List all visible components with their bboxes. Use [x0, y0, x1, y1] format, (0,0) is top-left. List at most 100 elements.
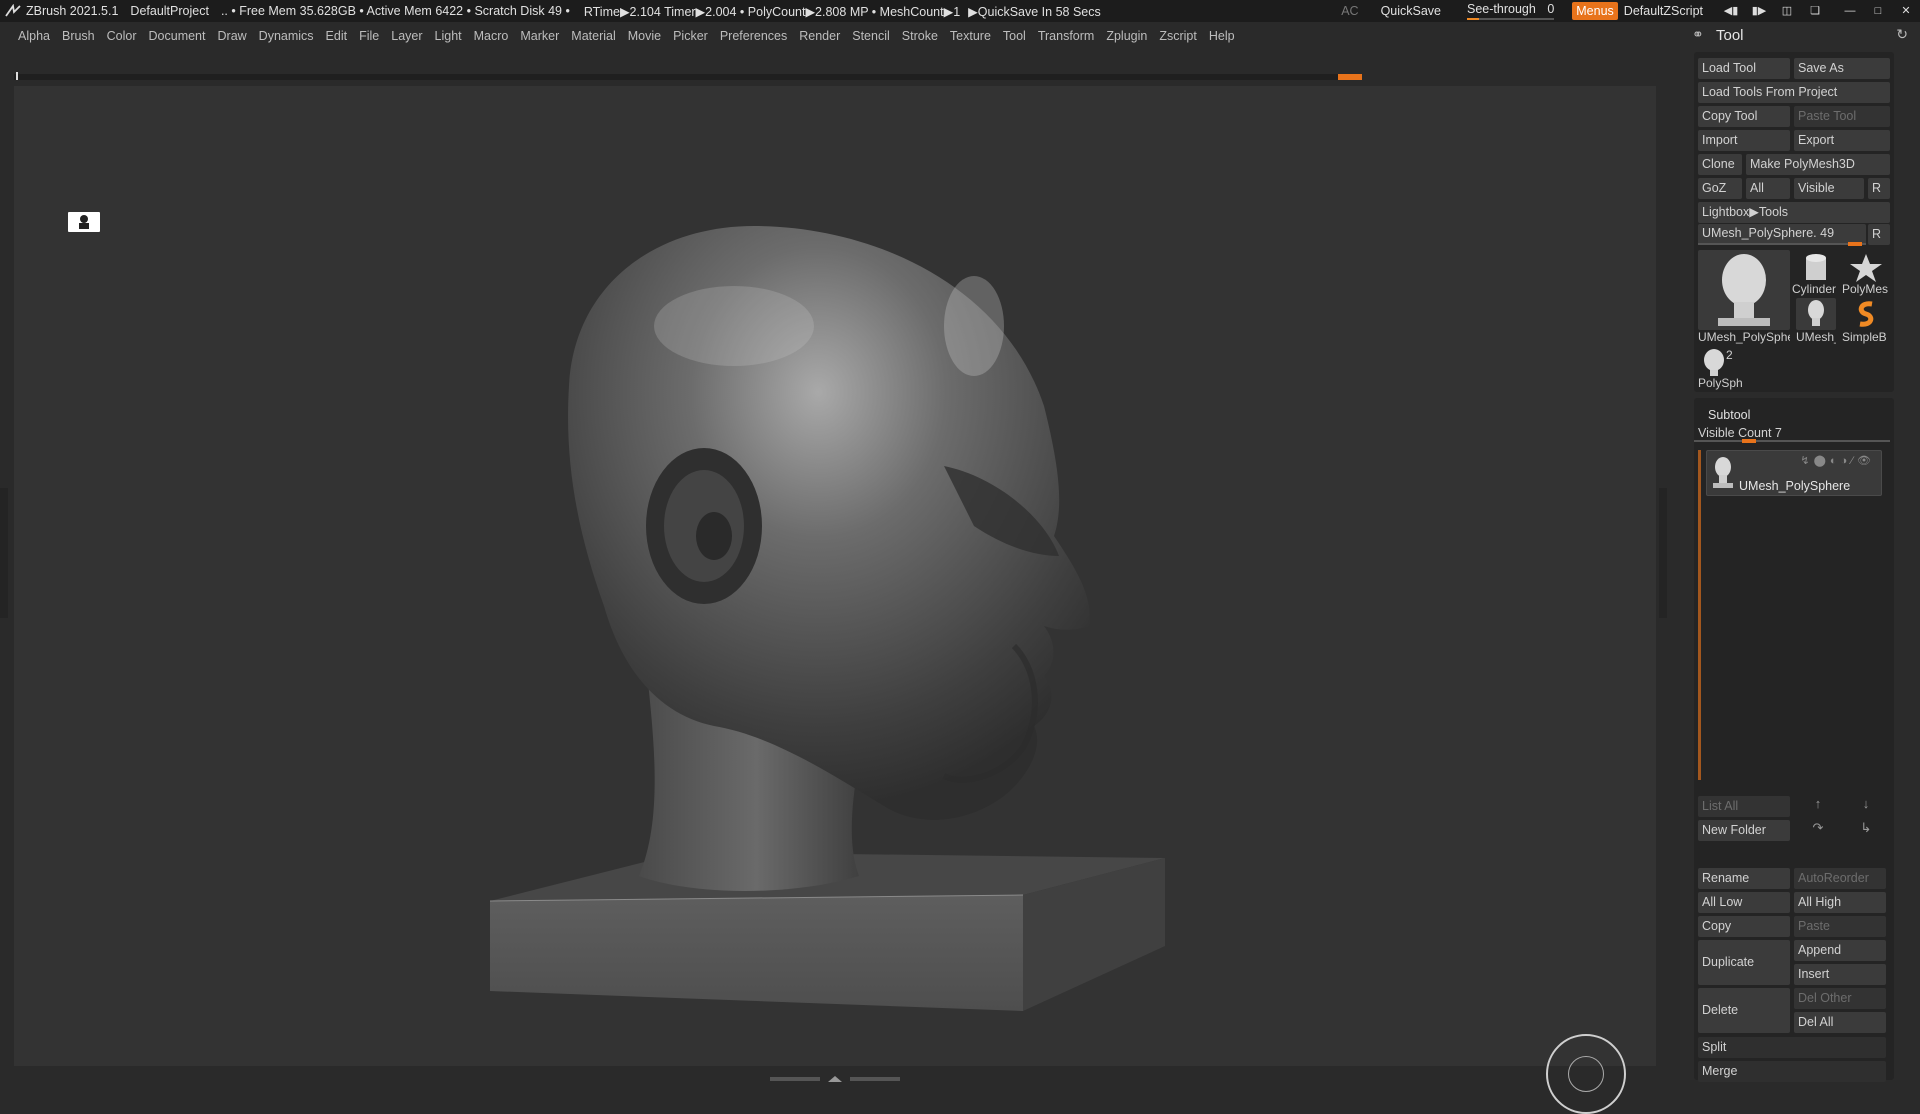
menu-alpha[interactable]: Alpha — [18, 29, 50, 43]
move-up-icon[interactable]: ↑ — [1806, 796, 1830, 811]
new-folder-button[interactable]: New Folder — [1698, 820, 1790, 841]
append-button[interactable]: Append — [1794, 940, 1886, 961]
menu-color[interactable]: Color — [107, 29, 137, 43]
window-layout-icon[interactable]: ◫ — [1776, 4, 1798, 18]
autoreorder-button[interactable]: AutoReorder — [1794, 868, 1886, 889]
folder-move-up-icon[interactable]: ↷ — [1806, 820, 1830, 836]
subtool-controls[interactable]: ↯⬤◐◑∕👁 — [1800, 454, 1875, 467]
subtool-item[interactable]: ↯⬤◐◑∕👁 UMesh_PolySphere — [1706, 450, 1882, 496]
current-tool-slider[interactable]: UMesh_PolySphere. 49 — [1698, 224, 1866, 246]
clone-button[interactable]: Clone — [1698, 154, 1742, 175]
quicksave-button[interactable]: QuickSave — [1381, 4, 1441, 18]
menu-material[interactable]: Material — [571, 29, 615, 43]
paste-tool-button[interactable]: Paste Tool — [1794, 106, 1890, 127]
import-button[interactable]: Import — [1698, 130, 1790, 151]
split-button[interactable]: Split — [1698, 1037, 1886, 1058]
move-down-icon[interactable]: ↓ — [1854, 796, 1878, 811]
menu-dynamics[interactable]: Dynamics — [259, 29, 314, 43]
menu-brush[interactable]: Brush — [62, 29, 95, 43]
goz-all-button[interactable]: All — [1746, 178, 1790, 199]
navigation-gizmo-center[interactable] — [1568, 1056, 1604, 1092]
all-high-button[interactable]: All High — [1794, 892, 1886, 913]
menu-zscript[interactable]: Zscript — [1159, 29, 1197, 43]
paste-button[interactable]: Paste — [1794, 916, 1886, 937]
delete-button[interactable]: Delete — [1698, 988, 1790, 1033]
subtool-scrollbar[interactable] — [1698, 450, 1701, 780]
save-as-button[interactable]: Save As — [1794, 58, 1890, 79]
project-name[interactable]: DefaultProject — [130, 4, 209, 18]
subtool-title[interactable]: Subtool — [1708, 408, 1750, 422]
menu-light[interactable]: Light — [435, 29, 462, 43]
del-other-button[interactable]: Del Other — [1794, 988, 1886, 1009]
menu-movie[interactable]: Movie — [628, 29, 661, 43]
menu-preferences[interactable]: Preferences — [720, 29, 787, 43]
ac-toggle[interactable]: AC — [1341, 4, 1358, 18]
goz-button[interactable]: GoZ — [1698, 178, 1742, 199]
app-version: ZBrush 2021.5.1 — [26, 4, 119, 18]
copy-tool-button[interactable]: Copy Tool — [1698, 106, 1790, 127]
make-polymesh3d-button[interactable]: Make PolyMesh3D — [1746, 154, 1890, 175]
menu-tool[interactable]: Tool — [1003, 29, 1026, 43]
tool-thumb-simpleb[interactable]: SimpleB — [1842, 298, 1890, 344]
goz-visible-button[interactable]: Visible — [1794, 178, 1864, 199]
see-through-slider[interactable]: See-through 0 — [1467, 2, 1555, 20]
menu-marker[interactable]: Marker — [520, 29, 559, 43]
pin-icon[interactable]: ⚭ — [1692, 26, 1704, 43]
thumb-label: PolyMes — [1842, 282, 1889, 296]
goz-r-button[interactable]: R — [1868, 178, 1890, 199]
menu-texture[interactable]: Texture — [950, 29, 991, 43]
duplicate-button[interactable]: Duplicate — [1698, 940, 1790, 985]
menu-stroke[interactable]: Stroke — [902, 29, 938, 43]
all-low-button[interactable]: All Low — [1698, 892, 1790, 913]
menu-help[interactable]: Help — [1209, 29, 1235, 43]
refresh-icon[interactable]: ↻ — [1896, 26, 1908, 43]
load-tools-from-project-button[interactable]: Load Tools From Project — [1698, 82, 1890, 103]
menu-layer[interactable]: Layer — [391, 29, 422, 43]
navigation-gizmo[interactable] — [1546, 1034, 1626, 1114]
timeline-track[interactable] — [14, 72, 1362, 80]
layout-left-icon[interactable]: ◀▮ — [1720, 4, 1742, 18]
lightbox-tools-button[interactable]: Lightbox▶Tools — [1698, 202, 1890, 223]
zbrush-logo-icon — [4, 3, 22, 18]
perspective-view-icon[interactable] — [68, 212, 100, 232]
folder-move-down-icon[interactable]: ↳ — [1854, 820, 1878, 836]
rename-button[interactable]: Rename — [1698, 868, 1790, 889]
left-tray-handle[interactable] — [0, 488, 8, 618]
menu-edit[interactable]: Edit — [326, 29, 348, 43]
window-restore-icon[interactable]: ❏ — [1804, 4, 1826, 18]
tool-thumb-umesh-small[interactable]: UMesh_ — [1792, 298, 1840, 344]
export-button[interactable]: Export — [1794, 130, 1890, 151]
menu-zplugin[interactable]: Zplugin — [1106, 29, 1147, 43]
load-tool-button[interactable]: Load Tool — [1698, 58, 1790, 79]
head-model[interactable] — [14, 86, 1656, 1066]
layout-right-icon[interactable]: ▮▶ — [1748, 4, 1770, 18]
menu-transform[interactable]: Transform — [1038, 29, 1095, 43]
insert-button[interactable]: Insert — [1794, 964, 1886, 985]
bottom-tray-handle[interactable] — [770, 1070, 900, 1082]
tool-thumb-cylinder[interactable]: Cylinder — [1792, 250, 1840, 296]
menu-file[interactable]: File — [359, 29, 379, 43]
canvas-viewport[interactable] — [14, 86, 1656, 1114]
minimize-icon[interactable]: — — [1839, 4, 1861, 18]
timeline-marker[interactable] — [1338, 74, 1362, 80]
merge-button[interactable]: Merge — [1698, 1061, 1886, 1082]
visible-count-slider[interactable]: Visible Count 7 — [1694, 426, 1890, 443]
tool-thumb-umesh-polysphere[interactable]: UMesh_PolySphe — [1698, 250, 1790, 346]
menu-picker[interactable]: Picker — [673, 29, 708, 43]
maximize-icon[interactable]: □ — [1867, 4, 1889, 18]
menu-macro[interactable]: Macro — [474, 29, 509, 43]
default-zscript-button[interactable]: DefaultZScript — [1624, 4, 1703, 18]
del-all-button[interactable]: Del All — [1794, 1012, 1886, 1033]
menu-document[interactable]: Document — [149, 29, 206, 43]
menus-toggle[interactable]: Menus — [1572, 2, 1618, 20]
close-icon[interactable]: ✕ — [1895, 4, 1917, 18]
menu-stencil[interactable]: Stencil — [852, 29, 890, 43]
copy-button[interactable]: Copy — [1698, 916, 1790, 937]
tool-thumb-polysph[interactable]: 2 PolySph — [1698, 348, 1746, 392]
list-all-button[interactable]: List All — [1698, 796, 1790, 817]
menu-draw[interactable]: Draw — [218, 29, 247, 43]
tool-thumb-polymesh[interactable]: PolyMes — [1842, 250, 1890, 296]
right-tray-handle[interactable] — [1659, 488, 1667, 618]
menu-render[interactable]: Render — [799, 29, 840, 43]
current-tool-r-button[interactable]: R — [1868, 224, 1890, 245]
